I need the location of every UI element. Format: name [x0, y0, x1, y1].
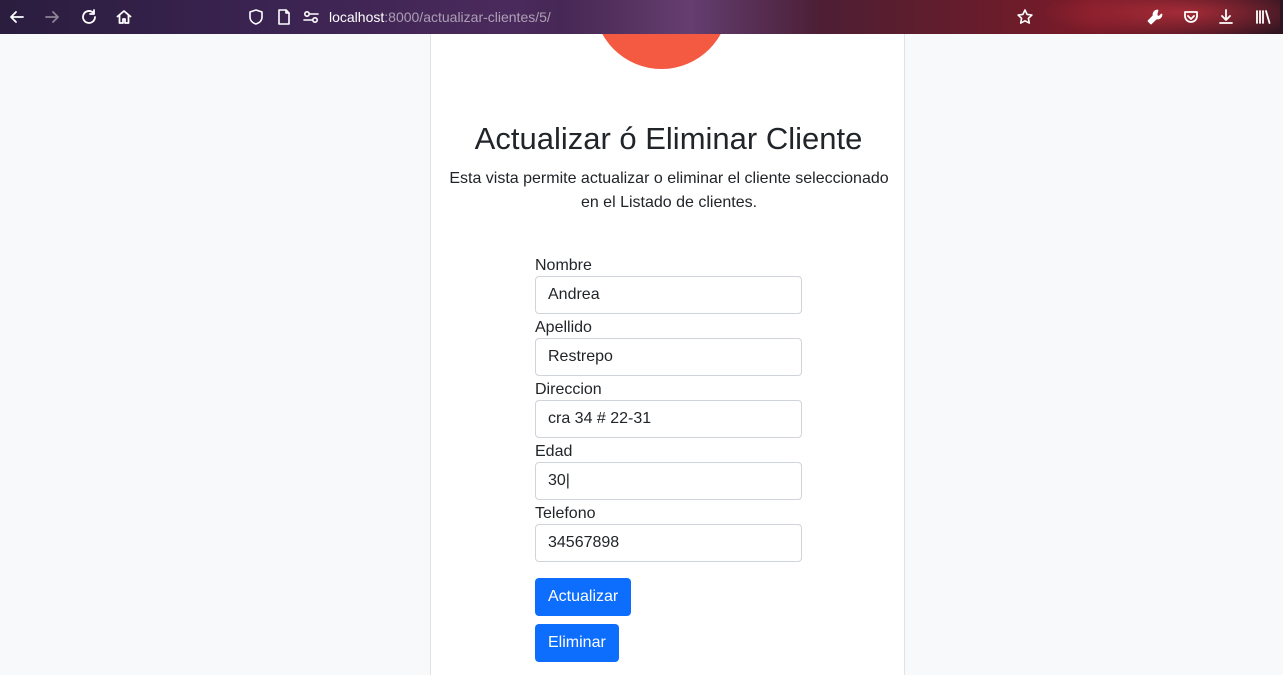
downloads-button[interactable] [1212, 3, 1240, 31]
library-icon [1256, 10, 1271, 24]
telefono-label: Telefono [535, 505, 596, 522]
direccion-label: Direccion [535, 381, 602, 398]
client-form: Nombre Apellido Direccion Edad Telefono … [535, 256, 802, 662]
url-host: localhost [329, 9, 385, 25]
url-text[interactable]: localhost:8000/actualizar-clientes/5/ [329, 8, 551, 26]
page-icon[interactable] [275, 8, 293, 26]
page-title: Actualizar ó Eliminar Cliente [474, 121, 863, 156]
shield-icon[interactable] [247, 8, 265, 26]
wrench-icon [1147, 9, 1163, 25]
bookmark-star-icon[interactable] [1016, 8, 1034, 26]
nombre-field[interactable] [535, 276, 802, 314]
apellido-field[interactable] [535, 338, 802, 376]
pocket-button[interactable] [1177, 3, 1205, 31]
home-button[interactable] [110, 3, 138, 31]
nombre-label: Nombre [535, 257, 592, 274]
download-icon [1219, 9, 1233, 24]
tools-button[interactable] [1141, 3, 1169, 31]
permissions-icon[interactable] [302, 8, 320, 26]
back-button[interactable] [3, 3, 31, 31]
reload-button[interactable] [75, 3, 103, 31]
telefono-field[interactable] [535, 524, 802, 562]
direccion-field[interactable] [535, 400, 802, 438]
pocket-icon [1184, 11, 1198, 23]
url-bar[interactable]: localhost:8000/actualizar-clientes/5/ [238, 2, 1058, 32]
update-button[interactable]: Actualizar [535, 578, 632, 616]
delete-button[interactable]: Eliminar [535, 624, 619, 662]
reload-icon [82, 9, 96, 24]
edad-label: Edad [535, 443, 573, 460]
forward-button[interactable] [38, 3, 66, 31]
page-description: Esta vista permite actualizar o eliminar… [449, 170, 889, 211]
browser-toolbar: localhost:8000/actualizar-clientes/5/ [0, 0, 1283, 34]
forward-icon [45, 11, 59, 23]
edad-field[interactable] [535, 462, 802, 500]
content-card: Actualizar ó Eliminar Cliente Esta vista… [430, 34, 905, 675]
back-icon [10, 11, 24, 23]
url-path: :8000/actualizar-clientes/5/ [384, 9, 551, 25]
apellido-label: Apellido [535, 319, 592, 336]
library-button[interactable] [1249, 3, 1277, 31]
logo [594, 34, 729, 69]
home-icon [116, 10, 132, 24]
page-content: Actualizar ó Eliminar Cliente Esta vista… [0, 34, 1283, 675]
